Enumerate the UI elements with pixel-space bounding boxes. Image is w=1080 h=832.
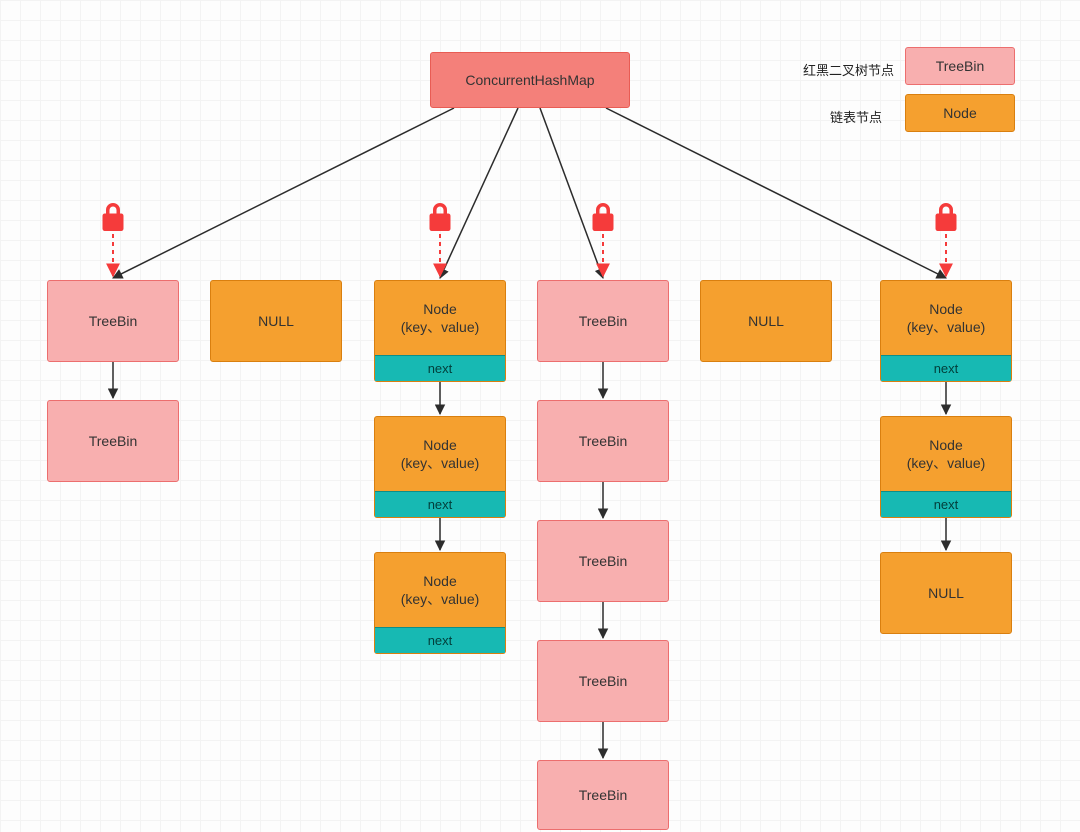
lock-icon — [99, 200, 127, 234]
lock-icon — [426, 200, 454, 234]
legend-treebin-box: TreeBin — [905, 47, 1015, 85]
col1-null: NULL — [210, 280, 342, 362]
node-kv-label: Node (key、value) — [907, 417, 986, 491]
treebin-label: TreeBin — [579, 553, 628, 569]
col3-treebin-2: TreeBin — [537, 520, 669, 602]
null-label: NULL — [928, 553, 964, 633]
col0-treebin-0: TreeBin — [47, 280, 179, 362]
legend-node-box: Node — [905, 94, 1015, 132]
col4-null: NULL — [700, 280, 832, 362]
next-label: next — [375, 355, 505, 381]
legend-rb-label: 红黑二叉树节点 — [803, 60, 894, 79]
col3-treebin-4: TreeBin — [537, 760, 669, 830]
col5-node-0: Node (key、value) next — [880, 280, 1012, 382]
treebin-label: TreeBin — [89, 313, 138, 329]
node-kv-label: Node (key、value) — [401, 417, 480, 491]
treebin-label: TreeBin — [579, 433, 628, 449]
node-kv-label: Node (key、value) — [401, 553, 480, 627]
col3-treebin-3: TreeBin — [537, 640, 669, 722]
null-label: NULL — [258, 281, 294, 361]
legend-list-label: 链表节点 — [830, 107, 882, 126]
next-label: next — [881, 491, 1011, 517]
legend-treebin-text: TreeBin — [936, 58, 985, 74]
col2-node-0: Node (key、value) next — [374, 280, 506, 382]
col2-node-2: Node (key、value) next — [374, 552, 506, 654]
lock-icon — [932, 200, 960, 234]
treebin-label: TreeBin — [579, 313, 628, 329]
node-kv-label: Node (key、value) — [401, 281, 480, 355]
col3-treebin-1: TreeBin — [537, 400, 669, 482]
treebin-label: TreeBin — [89, 433, 138, 449]
col5-null: NULL — [880, 552, 1012, 634]
treebin-label: TreeBin — [579, 673, 628, 689]
col0-treebin-1: TreeBin — [47, 400, 179, 482]
next-label: next — [881, 355, 1011, 381]
root-label: ConcurrentHashMap — [465, 72, 594, 88]
next-label: next — [375, 627, 505, 653]
null-label: NULL — [748, 281, 784, 361]
root-box: ConcurrentHashMap — [430, 52, 630, 108]
treebin-label: TreeBin — [579, 787, 628, 803]
lock-icon — [589, 200, 617, 234]
next-label: next — [375, 491, 505, 517]
col5-node-1: Node (key、value) next — [880, 416, 1012, 518]
col3-treebin-0: TreeBin — [537, 280, 669, 362]
col2-node-1: Node (key、value) next — [374, 416, 506, 518]
legend-node-text: Node — [943, 95, 976, 131]
node-kv-label: Node (key、value) — [907, 281, 986, 355]
